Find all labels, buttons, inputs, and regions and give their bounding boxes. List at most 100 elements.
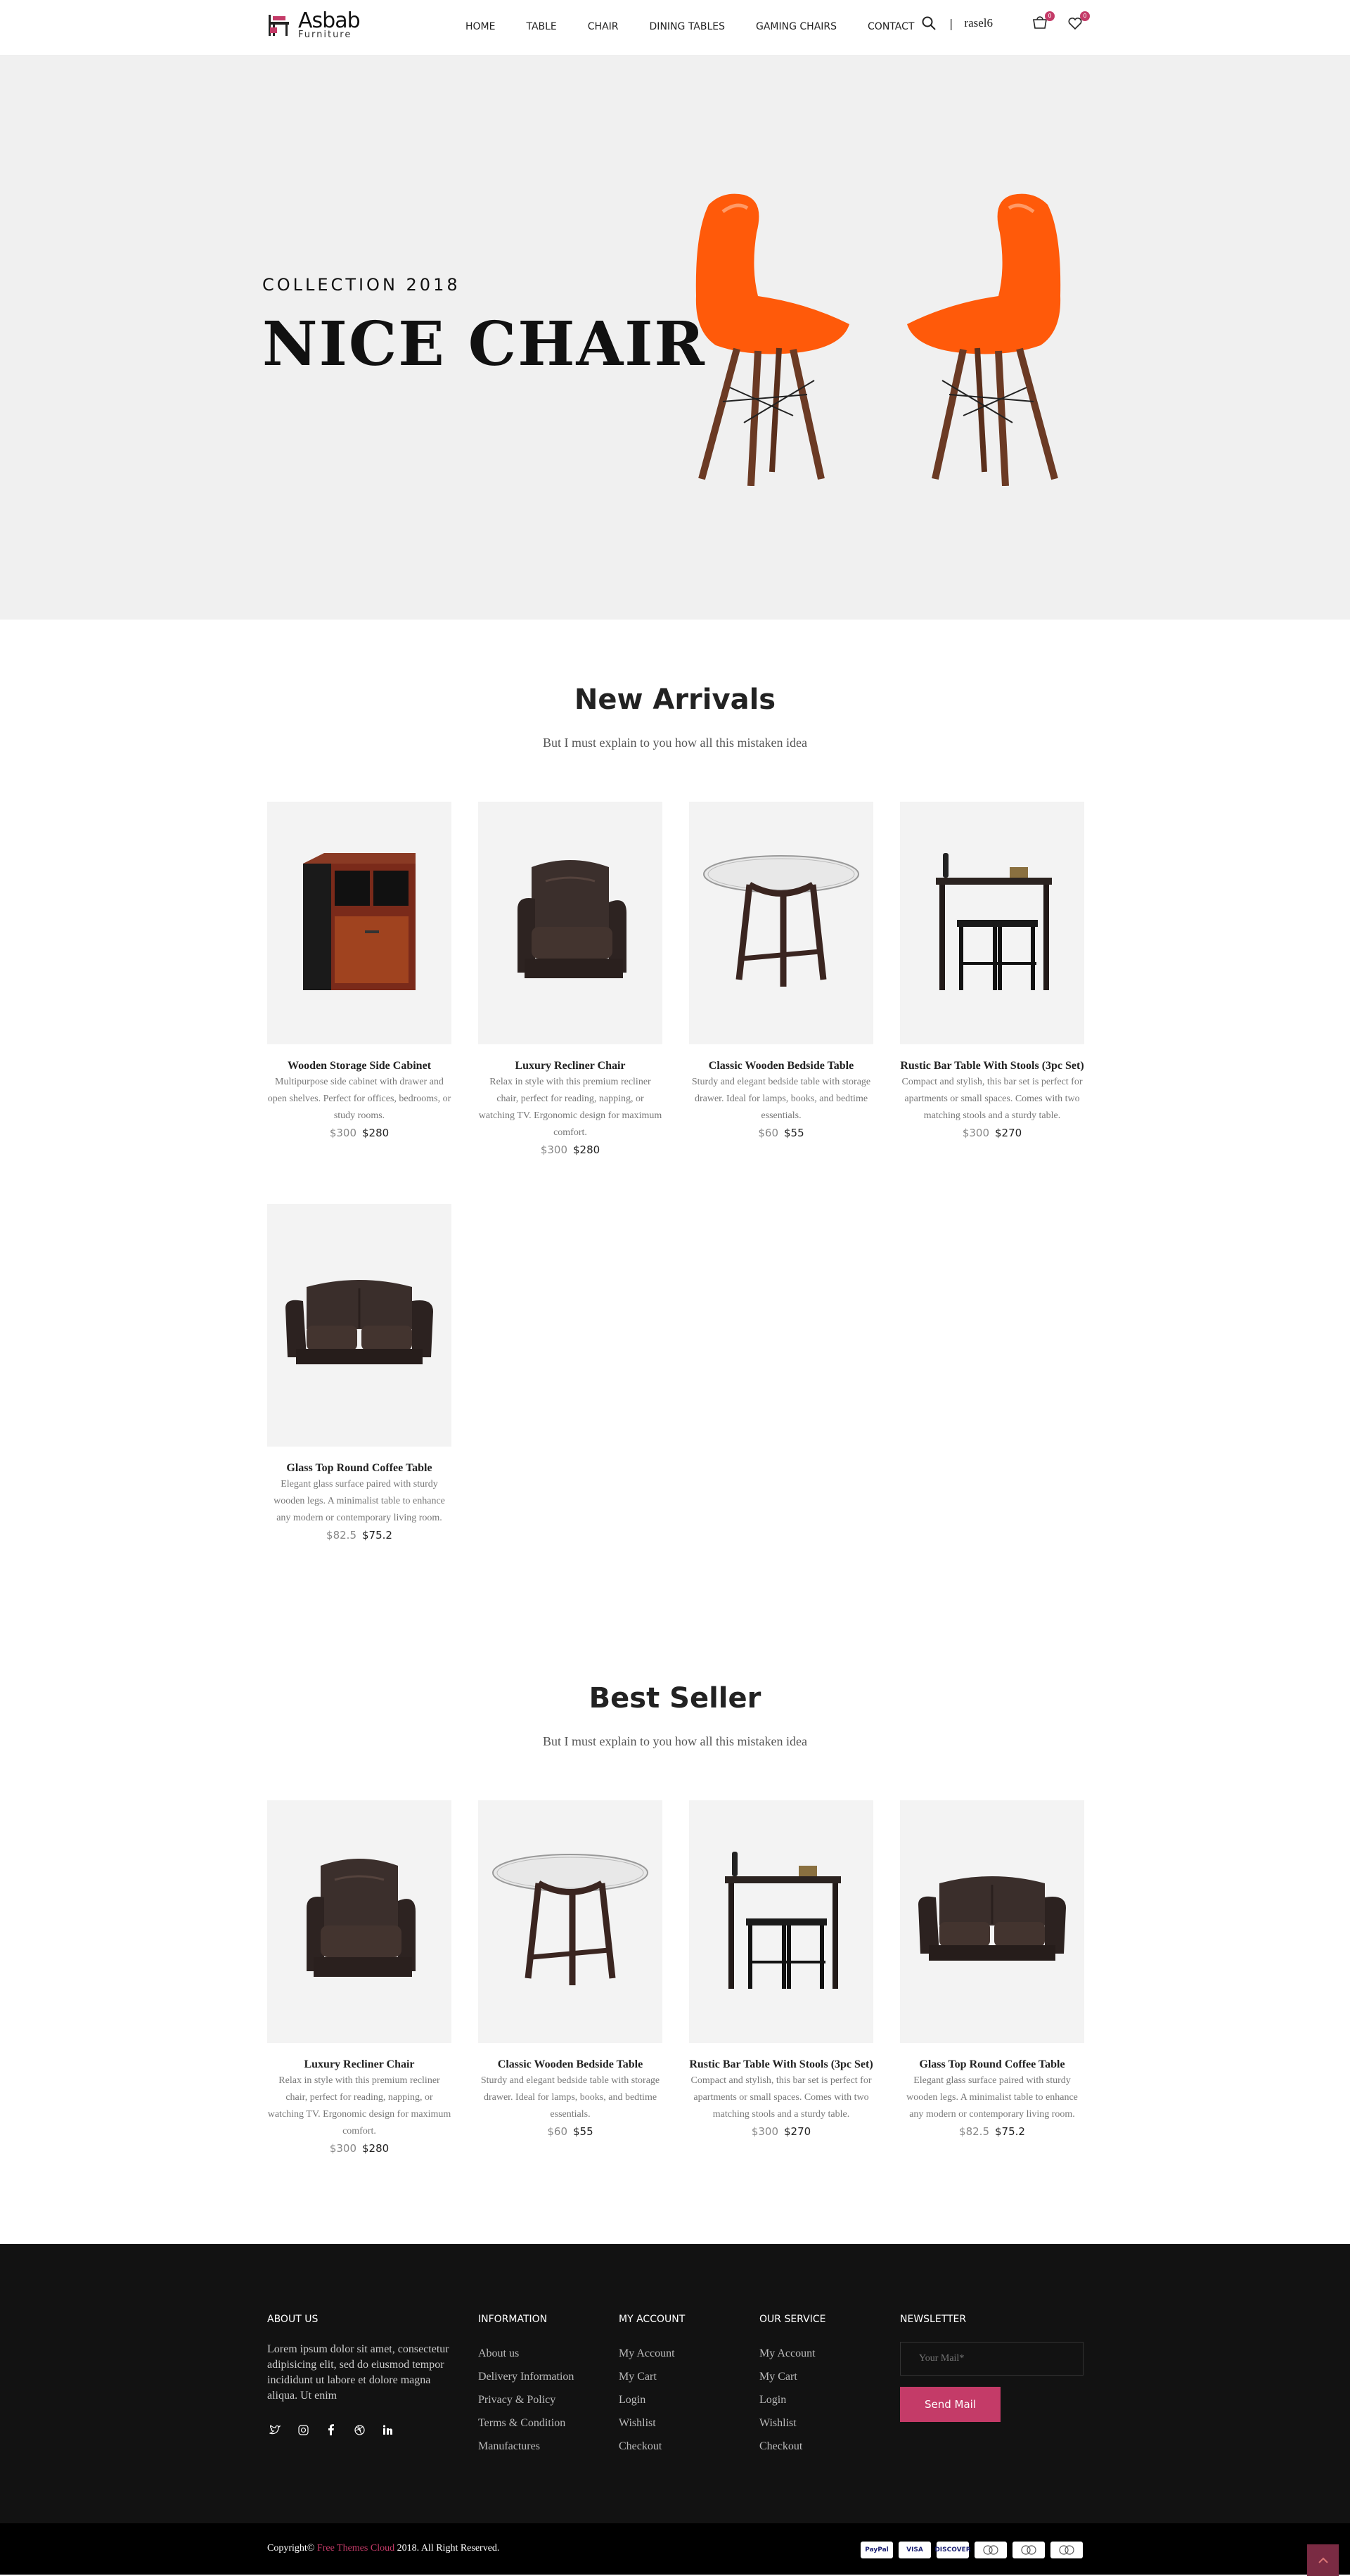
product-new-price: $75.2 [362,1529,392,1542]
copyright-brand-link[interactable]: Free Themes Cloud [317,2543,394,2553]
product-old-price: $60 [758,1127,778,1139]
nav-chair[interactable]: CHAIR [588,21,619,32]
footer-link-login[interactable]: Login [619,2388,685,2411]
product-price: $82.5 $75.2 [900,2125,1084,2138]
cart-button[interactable]: 0 [1032,11,1055,31]
discover-icon: DISCOVER [934,2542,971,2558]
product-image[interactable] [478,802,662,1044]
user-account-link[interactable]: rasel6 [964,16,993,30]
site-header: Asbab Furniture HOME TABLE CHAIR DINING … [0,0,1350,56]
facebook-icon[interactable] [323,2422,339,2437]
maestro-icon [1012,2542,1045,2558]
footer-link-privacy[interactable]: Privacy & Policy [478,2388,574,2411]
header-separator: | [949,16,953,30]
product-image[interactable] [267,802,451,1044]
product-image[interactable] [267,1204,451,1447]
footer-about: ABOUT US Lorem ipsum dolor sit amet, con… [267,2314,450,2437]
footer-link-delivery[interactable]: Delivery Information [478,2365,574,2388]
nav-contact[interactable]: CONTACT [868,21,914,32]
product-title[interactable]: Rustic Bar Table With Stools (3pc Set) [689,2058,873,2070]
nav-dining-tables[interactable]: DINING TABLES [650,21,725,32]
product-old-price: $60 [547,2125,567,2138]
copyright-prefix: Copyright© [267,2543,317,2553]
footer-newsletter-heading: NEWSLETTER [900,2314,967,2325]
product-image[interactable] [689,1800,873,2043]
product-title[interactable]: Classic Wooden Bedside Table [478,2058,662,2070]
product-card[interactable]: Glass Top Round Coffee Table Elegant glas… [267,1204,451,1542]
product-description: Elegant glass surface paired with sturdy… [906,2075,1078,2120]
product-image[interactable] [900,802,1084,1044]
product-description: Multipurpose side cabinet with drawer an… [267,1077,451,1121]
footer-link-service-login[interactable]: Login [759,2388,825,2411]
footer-link-checkout[interactable]: Checkout [619,2435,685,2458]
logo[interactable]: Asbab Furniture [267,11,361,40]
visa-icon: VISA [899,2542,931,2558]
product-card[interactable]: Rustic Bar Table With Stools (3pc Set) Co… [900,802,1084,1139]
product-card[interactable]: Glass Top Round Coffee Table Elegant glas… [900,1800,1084,2138]
product-title[interactable]: Classic Wooden Bedside Table [689,1060,873,1072]
search-icon[interactable] [921,15,937,31]
product-card[interactable]: Wooden Storage Side Cabinet Multipurpose … [267,802,451,1139]
product-card[interactable]: Rustic Bar Table With Stools (3pc Set) Co… [689,1800,873,2138]
product-title[interactable]: Glass Top Round Coffee Table [900,2058,1084,2070]
header-actions: | rasel6 0 0 [921,11,1090,31]
footer-link-service-account[interactable]: My Account [759,2342,825,2365]
product-new-price: $280 [362,1127,390,1139]
scroll-to-top-button[interactable] [1307,2544,1339,2576]
footer-my-account: MY ACCOUNT My Account My Cart Login Wish… [619,2314,685,2458]
twitter-icon[interactable] [267,2422,283,2437]
dribbble-icon[interactable] [352,2422,367,2437]
linkedin-icon[interactable] [380,2422,395,2437]
product-old-price: $82.5 [959,2125,989,2138]
product-card[interactable]: Classic Wooden Bedside Table Sturdy and e… [689,802,873,1139]
instagram-icon[interactable] [295,2422,311,2437]
footer-link-about-us[interactable]: About us [478,2342,574,2365]
footer-account-heading: MY ACCOUNT [619,2314,686,2325]
logo-chair-icon [269,15,289,36]
product-image[interactable] [689,802,873,1044]
copyright-suffix: 2018. All Right Reserved. [394,2543,500,2553]
footer-link-service-wishlist[interactable]: Wishlist [759,2411,825,2435]
footer-link-service-cart[interactable]: My Cart [759,2365,825,2388]
footer-service-heading: OUR SERVICE [759,2314,826,2325]
wishlist-button[interactable]: 0 [1067,11,1090,31]
nav-gaming-chairs[interactable]: GAMING CHAIRS [756,21,837,32]
orange-chair-image [695,193,849,486]
product-card[interactable]: Luxury Recliner Chair Relax in style with… [478,802,662,1156]
product-old-price: $300 [540,1143,567,1156]
nav-home[interactable]: HOME [465,21,495,32]
footer-link-manufactures[interactable]: Manufactures [478,2435,574,2458]
product-price: $300 $280 [267,2142,451,2155]
footer-link-my-account[interactable]: My Account [619,2342,685,2365]
footer-link-service-checkout[interactable]: Checkout [759,2435,825,2458]
main-nav: HOME TABLE CHAIR DINING TABLES GAMING CH… [465,21,914,32]
footer-link-terms[interactable]: Terms & Condition [478,2411,574,2435]
product-price: $300 $270 [900,1127,1084,1139]
product-new-price: $55 [784,1127,804,1139]
product-new-price: $75.2 [995,2125,1025,2138]
product-image[interactable] [900,1800,1084,2043]
product-title[interactable]: Rustic Bar Table With Stools (3pc Set) [900,1060,1084,1072]
product-card[interactable]: Luxury Recliner Chair Relax in style with… [267,1800,451,2155]
best-seller-subtitle: But I must explain to you how all this m… [543,1734,807,1748]
payment-methods: PayPal VISA DISCOVER [861,2542,1083,2558]
product-new-price: $270 [995,1127,1022,1139]
footer-link-my-cart[interactable]: My Cart [619,2365,685,2388]
footer-link-wishlist[interactable]: Wishlist [619,2411,685,2435]
logo-subtext: Furniture [298,30,352,40]
product-image[interactable] [267,1800,451,2043]
product-description: Compact and stylish, this bar set is per… [901,1077,1083,1121]
product-price: $60 $55 [478,2125,662,2138]
footer-newsletter: NEWSLETTER Send Mail [900,2314,1084,2422]
product-title[interactable]: Luxury Recliner Chair [267,2058,451,2070]
product-title[interactable]: Luxury Recliner Chair [478,1060,662,1072]
product-title[interactable]: Glass Top Round Coffee Table [267,1462,451,1474]
product-image[interactable] [478,1800,662,2043]
product-card[interactable]: Classic Wooden Bedside Table Sturdy and e… [478,1800,662,2138]
newsletter-email-input[interactable] [900,2342,1084,2376]
footer-information-heading: INFORMATION [478,2314,548,2325]
nav-table[interactable]: TABLE [526,21,556,32]
mastercard-icon [975,2542,1007,2558]
product-title[interactable]: Wooden Storage Side Cabinet [267,1060,451,1072]
send-mail-button[interactable]: Send Mail [900,2387,1001,2422]
